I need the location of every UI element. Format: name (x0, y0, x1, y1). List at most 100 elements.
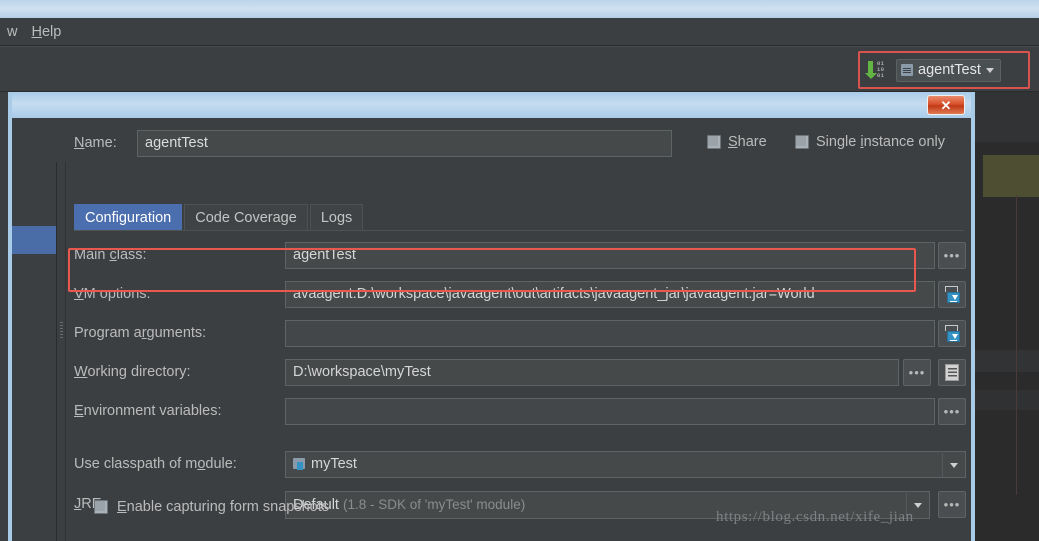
chevron-down-icon (950, 463, 958, 468)
vm-options-label: VM options: (74, 286, 151, 302)
configuration-tabs: Configuration Code Coverage Logs (74, 204, 964, 230)
enable-capturing-label: Enable capturing form snapshots (117, 499, 329, 515)
working-directory-label-post: orking directory: (87, 364, 190, 380)
use-classpath-of-module-value: myTest (311, 456, 357, 472)
splitter-grip-icon (60, 322, 63, 340)
editor-gutter-line (1016, 195, 1017, 495)
module-icon (293, 457, 306, 470)
use-classpath-label-pre: Use classpath of m (74, 456, 197, 472)
panel-splitter[interactable] (58, 162, 66, 541)
menu-item-help-mnemonic: H (31, 24, 41, 40)
watermark-url: https://blog.csdn.net/xife_jian (716, 509, 914, 526)
share-label: Share (728, 134, 767, 150)
tree-selected-item[interactable] (12, 226, 56, 254)
editor-line-band-low (975, 390, 1039, 410)
main-class-label: Main class: (74, 247, 147, 263)
configurations-tree-panel[interactable] (12, 162, 57, 541)
name-input[interactable]: agentTest (137, 130, 672, 157)
ellipsis-icon: ••• (944, 252, 961, 260)
environment-variables-label-post: nvironment variables: (84, 403, 222, 419)
working-directory-macro-button[interactable] (938, 359, 966, 386)
editor-line-band-mid (975, 350, 1039, 372)
program-arguments-row: Program arguments: (74, 320, 964, 348)
vm-options-label-mnemonic: V (74, 286, 84, 302)
working-directory-label-mnemonic: W (74, 364, 87, 380)
use-classpath-dropdown-button[interactable] (942, 453, 964, 478)
single-instance-label-mnemonic: i (860, 134, 863, 150)
ellipsis-icon: ••• (944, 408, 961, 416)
editor-line-band-top (975, 92, 1039, 142)
ide-window-titlebar-strip (0, 0, 1039, 18)
close-icon: ✕ (941, 99, 952, 112)
menu-item-window-label: w (7, 24, 17, 40)
annotation-box-run-configuration (858, 51, 1030, 89)
dialog-body: Name: agentTest Share Single instance on… (12, 118, 971, 541)
chevron-down-icon (914, 503, 922, 508)
single-instance-label: Single instance only (816, 134, 945, 150)
single-instance-checkbox-row[interactable]: Single instance only (795, 134, 945, 150)
jre-browse-button[interactable]: ••• (938, 491, 966, 518)
vm-options-label-post: M options: (84, 286, 151, 302)
macro-list-icon (945, 364, 959, 381)
vm-options-input[interactable]: avaagent:D:\workspace\javaagent\out\arti… (285, 281, 935, 308)
enable-capturing-label-mnemonic: E (117, 499, 127, 515)
tab-code-coverage-label: Code Coverage (195, 210, 297, 226)
tab-logs[interactable]: Logs (310, 204, 363, 230)
enable-capturing-checkbox[interactable] (94, 500, 108, 514)
name-label-mnemonic: N (74, 135, 84, 151)
working-directory-row: Working directory: D:\workspace\myTest •… (74, 359, 964, 387)
close-button[interactable]: ✕ (927, 95, 965, 115)
use-classpath-of-module-label: Use classpath of module: (74, 456, 237, 472)
vm-options-row: VM options: avaagent:D:\workspace\javaag… (74, 281, 964, 309)
environment-variables-input[interactable] (285, 398, 935, 425)
working-directory-browse-button[interactable]: ••• (903, 359, 931, 386)
main-class-label-pre: Main (74, 247, 109, 263)
menu-item-help[interactable]: Help (24, 22, 68, 42)
tab-configuration-label: Configuration (85, 210, 171, 226)
dialog-title-bar: ✕ (12, 92, 971, 118)
enable-capturing-label-post: nable capturing form snapshots (127, 499, 329, 515)
main-class-row: Main class: agentTest ••• (74, 242, 964, 270)
jre-value-hint: (1.8 - SDK of 'myTest' module) (343, 497, 525, 512)
use-classpath-label-post: dule: (205, 456, 236, 472)
program-arguments-label-pre: Program a (74, 325, 142, 341)
working-directory-label: Working directory: (74, 364, 191, 380)
expand-editor-icon (944, 325, 961, 342)
single-instance-checkbox[interactable] (795, 135, 809, 149)
program-arguments-input[interactable] (285, 320, 935, 347)
share-label-mnemonic: S (728, 134, 738, 150)
share-checkbox-row[interactable]: Share (707, 134, 767, 150)
main-class-label-post: lass: (117, 247, 147, 263)
expand-editor-icon (944, 286, 961, 303)
menu-item-help-label: elp (42, 24, 61, 40)
editor-highlighted-line (983, 155, 1039, 197)
share-checkbox[interactable] (707, 135, 721, 149)
program-arguments-expand-button[interactable] (938, 320, 966, 347)
working-directory-input[interactable]: D:\workspace\myTest (285, 359, 899, 386)
vm-options-expand-button[interactable] (938, 281, 966, 308)
main-class-input[interactable]: agentTest (285, 242, 935, 269)
tab-code-coverage[interactable]: Code Coverage (184, 204, 308, 230)
tab-logs-label: Logs (321, 210, 352, 226)
tabs-underline (74, 230, 964, 231)
ellipsis-icon: ••• (944, 501, 961, 509)
environment-variables-label: Environment variables: (74, 403, 222, 419)
run-debug-configurations-dialog: ✕ Name: agentTest Share Sing (8, 92, 975, 541)
use-classpath-of-module-row: Use classpath of module: myTest (74, 451, 964, 479)
name-row: Name: agentTest Share Single instance on… (74, 130, 964, 158)
main-class-label-mnemonic: c (109, 247, 116, 263)
main-class-browse-button[interactable]: ••• (938, 242, 966, 269)
environment-variables-browse-button[interactable]: ••• (938, 398, 966, 425)
enable-capturing-checkbox-row[interactable]: Enable capturing form snapshots (94, 499, 329, 515)
environment-variables-row: Environment variables: ••• (74, 398, 964, 426)
program-arguments-label: Program arguments: (74, 325, 206, 341)
ide-menu-bar: w Help (0, 18, 1039, 46)
program-arguments-label-post: guments: (147, 325, 207, 341)
ellipsis-icon: ••• (909, 369, 926, 377)
tab-configuration[interactable]: Configuration (74, 204, 182, 230)
use-classpath-of-module-combo[interactable]: myTest (285, 451, 966, 478)
screenshot-root: w Help 01 10 01 agentTest (0, 0, 1039, 541)
menu-item-window-partial[interactable]: w (0, 22, 24, 42)
environment-variables-label-mnemonic: E (74, 403, 84, 419)
name-label: Name: (74, 135, 117, 151)
